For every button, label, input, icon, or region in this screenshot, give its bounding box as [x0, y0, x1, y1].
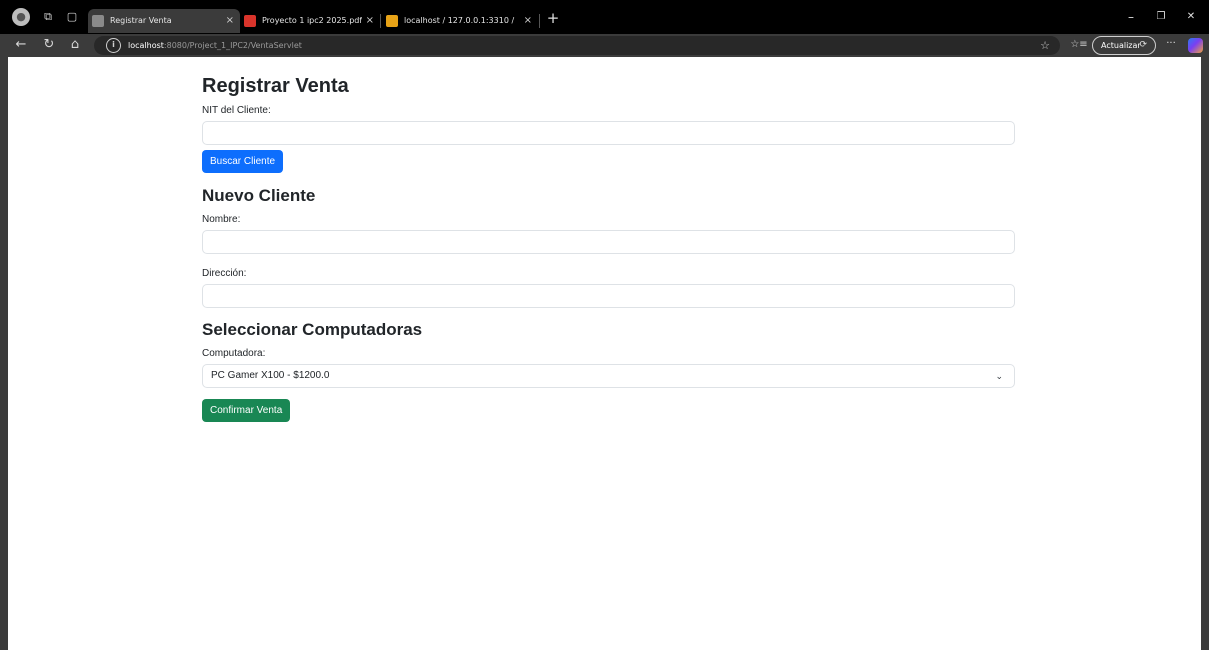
- tab-registrar-venta[interactable]: Registrar Venta ×: [88, 9, 240, 33]
- search-client-button[interactable]: Buscar Cliente: [202, 150, 284, 173]
- address-bar[interactable]: i localhost:8080/Project_1_IPC2/VentaSer…: [94, 36, 1060, 55]
- address-label: Dirección:: [202, 268, 247, 279]
- new-tab-button[interactable]: +: [544, 9, 562, 27]
- nit-label: NIT del Cliente:: [202, 105, 271, 116]
- page-title: Registrar Venta: [202, 75, 349, 97]
- nit-input[interactable]: [202, 121, 1015, 145]
- window-frame-left: [0, 57, 8, 650]
- workspaces-icon[interactable]: ⧉: [40, 9, 56, 25]
- tab-label: Proyecto 1 ipc2 2025.pdf: [262, 16, 363, 25]
- tab-pdf[interactable]: Proyecto 1 ipc2 2025.pdf ×: [240, 9, 380, 33]
- update-label: Actualizar: [1101, 41, 1141, 50]
- name-label: Nombre:: [202, 214, 241, 225]
- computer-select[interactable]: PC Gamer X100 - $1200.0 ⌄: [202, 364, 1015, 388]
- browser-toolbar: ← ↻ ⌂ i localhost:8080/Project_1_IPC2/Ve…: [0, 34, 1209, 57]
- minimize-button[interactable]: –: [1121, 8, 1141, 26]
- new-client-heading: Nuevo Cliente: [202, 186, 316, 205]
- pdf-icon: [244, 15, 256, 27]
- page-favicon-icon: [92, 15, 104, 27]
- browser-titlebar: ● ⧉ ▢ Registrar Venta × Proyecto 1 ipc2 …: [0, 0, 1209, 34]
- star-icon[interactable]: ☆: [1040, 36, 1050, 55]
- tab-label: localhost / 127.0.0.1:3310 / comp: [404, 16, 516, 25]
- tab-separator: [380, 14, 381, 28]
- tab-close-icon[interactable]: ×: [226, 9, 234, 33]
- tab-close-icon[interactable]: ×: [524, 9, 532, 33]
- info-icon[interactable]: i: [106, 38, 121, 53]
- address-input[interactable]: [202, 284, 1015, 308]
- update-icon: ⟳: [1139, 40, 1147, 50]
- name-input[interactable]: [202, 230, 1015, 254]
- home-icon[interactable]: ⌂: [66, 36, 84, 54]
- url-text[interactable]: localhost:8080/Project_1_IPC2/VentaServl…: [128, 36, 302, 55]
- chevron-down-icon: ⌄: [995, 371, 1003, 381]
- refresh-icon[interactable]: ↻: [40, 36, 58, 54]
- profile-icon[interactable]: ●: [12, 8, 30, 26]
- window-frame-right: [1201, 57, 1209, 650]
- update-button[interactable]: Actualizar ⟳: [1092, 36, 1156, 55]
- favorites-list-icon[interactable]: ☆≡: [1070, 36, 1088, 54]
- close-window-button[interactable]: ✕: [1181, 8, 1201, 26]
- tab-actions-icon[interactable]: ▢: [64, 9, 80, 25]
- tab-phpmyadmin[interactable]: localhost / 127.0.0.1:3310 / comp ×: [382, 9, 538, 33]
- back-icon[interactable]: ←: [12, 36, 30, 54]
- computers-heading: Seleccionar Computadoras: [202, 320, 423, 339]
- tab-close-icon[interactable]: ×: [366, 9, 374, 33]
- restore-button[interactable]: ❐: [1151, 8, 1171, 26]
- tab-label: Registrar Venta: [110, 16, 172, 25]
- more-options-icon[interactable]: ···: [1162, 36, 1180, 54]
- computer-selected-value: PC Gamer X100 - $1200.0: [211, 370, 330, 381]
- computer-label: Computadora:: [202, 348, 266, 359]
- tab-separator: [539, 14, 540, 28]
- copilot-icon[interactable]: [1188, 38, 1203, 53]
- page-viewport: Registrar Venta NIT del Cliente: Buscar …: [8, 57, 1201, 650]
- confirm-sale-button[interactable]: Confirmar Venta: [202, 399, 291, 422]
- phpmyadmin-icon: [386, 15, 398, 27]
